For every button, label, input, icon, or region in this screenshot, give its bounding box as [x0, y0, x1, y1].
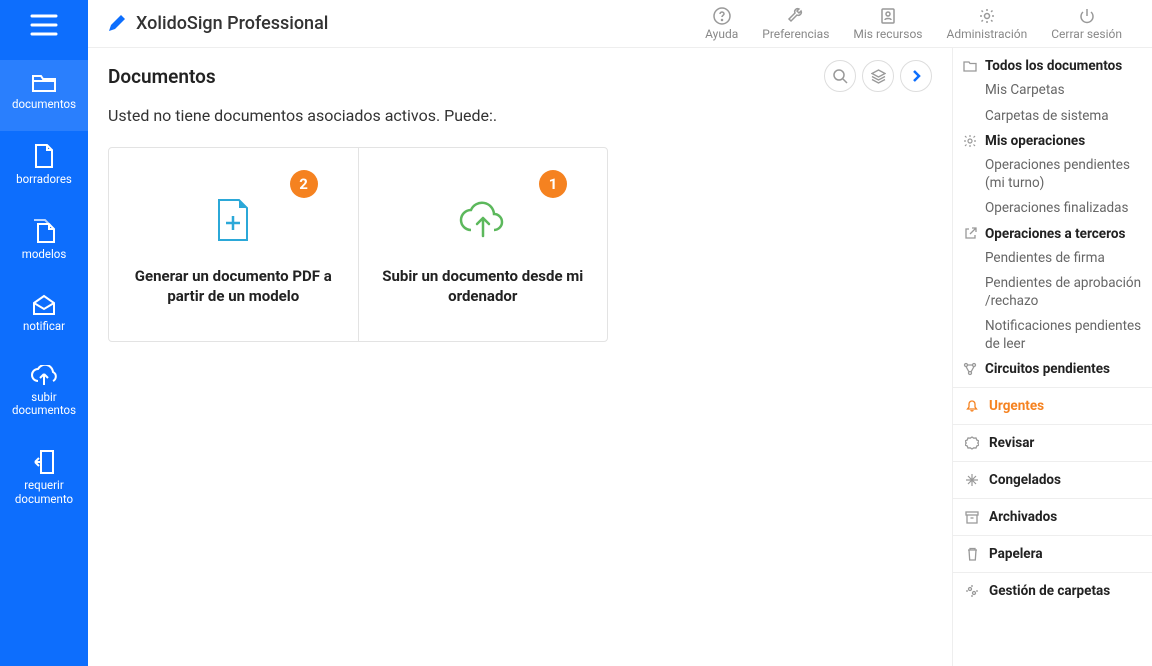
rp-mis-operaciones[interactable]: Mis operaciones	[963, 129, 1142, 153]
empty-message: Usted no tiene documentos asociados acti…	[108, 106, 932, 125]
chevron-right-icon	[910, 69, 922, 83]
search-icon	[833, 69, 848, 84]
rp-pend-aprobacion[interactable]: Pendientes de aprobación /rechazo	[963, 271, 1142, 314]
main-area: XolidoSign Professional Ayuda Preferenci…	[88, 0, 1152, 666]
card-upload[interactable]: 1 Subir un documento desde mi ordenador	[358, 148, 608, 341]
nav-label: modelos	[22, 248, 67, 261]
header-ayuda[interactable]: Ayuda	[693, 7, 750, 41]
nav-documentos[interactable]: documentos	[0, 60, 88, 131]
circuit-icon	[963, 362, 977, 376]
rp-urgentes[interactable]: Urgentes	[953, 387, 1152, 424]
draft-icon	[34, 143, 54, 169]
help-icon	[713, 7, 731, 25]
pen-icon	[106, 14, 126, 34]
check-seal-icon	[965, 436, 979, 450]
nav-borradores[interactable]: borradores	[0, 131, 88, 206]
external-icon	[964, 227, 977, 240]
header-preferencias[interactable]: Preferencias	[750, 7, 841, 41]
rp-op-finalizadas[interactable]: Operaciones finalizadas	[963, 196, 1142, 222]
rp-mis-carpetas[interactable]: Mis Carpetas	[963, 78, 1142, 104]
card-generate-pdf[interactable]: 2 Generar un documento PDF a partir de u…	[109, 148, 358, 341]
rp-revisar[interactable]: Revisar	[953, 424, 1152, 461]
menu-toggle[interactable]	[30, 14, 58, 36]
layers-icon	[871, 69, 886, 84]
content-area: Documentos Usted no tiene documentos aso…	[88, 48, 952, 666]
search-button[interactable]	[824, 60, 856, 92]
power-icon	[1078, 7, 1096, 25]
app-title-text: XolidoSign Professional	[136, 13, 328, 34]
sliders-icon	[965, 584, 979, 598]
step-badge: 2	[290, 170, 318, 198]
snowflake-icon	[965, 473, 979, 487]
request-doc-icon	[33, 449, 55, 475]
templates-icon	[32, 218, 56, 244]
nav-subir[interactable]: subir documentos	[0, 353, 88, 437]
right-panel: Todos los documentos Mis Carpetas Carpet…	[952, 48, 1152, 666]
rp-notificaciones[interactable]: Notificaciones pendientes de leer	[963, 314, 1142, 357]
bell-icon	[965, 399, 979, 413]
folder-icon	[31, 72, 57, 94]
app-title: XolidoSign Professional	[106, 13, 328, 34]
header-label: Administración	[946, 27, 1027, 41]
rp-carpetas-sistema[interactable]: Carpetas de sistema	[963, 104, 1142, 130]
header-label: Mis recursos	[853, 27, 922, 41]
resources-icon	[879, 7, 897, 25]
gear-icon	[978, 7, 996, 25]
rp-todos-documentos[interactable]: Todos los documentos	[963, 54, 1142, 78]
cloud-upload-icon	[457, 200, 509, 240]
archive-icon	[965, 511, 979, 524]
rp-op-pendientes[interactable]: Operaciones pendientes (mi turno)	[963, 153, 1142, 196]
step-badge: 1	[539, 170, 567, 198]
rp-congelados[interactable]: Congelados	[953, 461, 1152, 498]
header-recursos[interactable]: Mis recursos	[841, 7, 934, 41]
header-label: Cerrar sesión	[1051, 27, 1122, 41]
rp-gestion-carpetas[interactable]: Gestión de carpetas	[953, 572, 1152, 609]
header-label: Preferencias	[762, 27, 829, 41]
folder-icon	[963, 60, 977, 72]
nav-label: documentos	[12, 98, 76, 111]
rp-circuitos[interactable]: Circuitos pendientes	[963, 357, 1142, 381]
layers-button[interactable]	[862, 60, 894, 92]
top-header: XolidoSign Professional Ayuda Preferenci…	[88, 0, 1152, 48]
wrench-icon	[787, 7, 805, 25]
nav-label: subir documentos	[4, 391, 84, 417]
main-sidebar: documentos borradores modelos notificar …	[0, 0, 88, 666]
new-doc-icon	[213, 196, 253, 244]
header-label: Ayuda	[705, 27, 738, 41]
page-title: Documentos	[108, 65, 216, 88]
rp-op-terceros[interactable]: Operaciones a terceros	[963, 222, 1142, 246]
notify-icon	[32, 294, 56, 316]
nav-label: requerir documento	[4, 479, 84, 505]
card-text: Subir un documento desde mi ordenador	[377, 266, 590, 307]
card-text: Generar un documento PDF a partir de un …	[127, 266, 340, 307]
upload-cloud-icon	[30, 365, 58, 387]
gear-icon	[963, 134, 977, 148]
forward-button[interactable]	[900, 60, 932, 92]
hamburger-icon	[30, 14, 58, 36]
nav-requerir[interactable]: requerir documento	[0, 437, 88, 525]
header-admin[interactable]: Administración	[934, 7, 1039, 41]
header-cerrar[interactable]: Cerrar sesión	[1039, 7, 1134, 41]
rp-papelera[interactable]: Papelera	[953, 535, 1152, 572]
nav-modelos[interactable]: modelos	[0, 206, 88, 281]
nav-label: borradores	[16, 173, 72, 186]
action-cards: 2 Generar un documento PDF a partir de u…	[108, 147, 608, 342]
rp-pend-firma[interactable]: Pendientes de firma	[963, 246, 1142, 272]
nav-label: notificar	[23, 320, 65, 333]
rp-archivados[interactable]: Archivados	[953, 498, 1152, 535]
trash-icon	[966, 547, 979, 561]
nav-notificar[interactable]: notificar	[0, 282, 88, 353]
